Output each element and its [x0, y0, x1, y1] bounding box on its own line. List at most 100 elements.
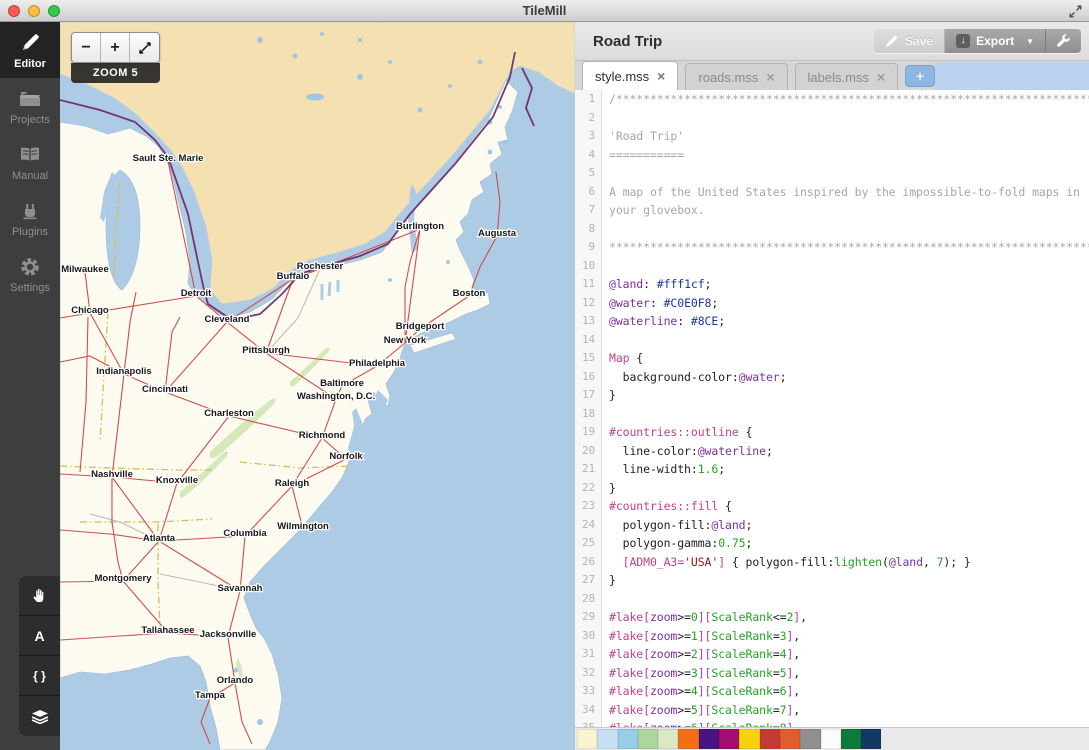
titlebar[interactable]: TileMill [0, 0, 1089, 22]
zoom-in-button[interactable]: + [101, 33, 130, 62]
export-button[interactable]: ↓ Export ▼ [945, 29, 1046, 53]
code-line[interactable]: 17} [575, 386, 1089, 405]
code-text[interactable]: =========== [602, 146, 684, 165]
zoom-out-button[interactable]: − [72, 33, 101, 62]
code-line[interactable]: 22} [575, 479, 1089, 498]
code-text[interactable]: @water: #C0E0F8; [602, 294, 718, 313]
code-text[interactable]: ****************************************… [602, 238, 1089, 257]
code-line[interactable]: 7your glovebox. [575, 201, 1089, 220]
minimize-window-icon[interactable] [28, 5, 40, 17]
code-text[interactable] [602, 220, 609, 239]
code-text[interactable]: #countries::outline { [602, 423, 752, 442]
code-text[interactable]: #lake[zoom>=0][ScaleRank<=2], [602, 608, 807, 627]
code-text[interactable]: A map of the United States inspired by t… [602, 183, 1080, 202]
code-line[interactable]: 2 [575, 109, 1089, 128]
code-text[interactable]: @waterline: #8CE; [602, 312, 725, 331]
code-text[interactable] [602, 590, 609, 609]
palette-swatch[interactable] [739, 729, 759, 749]
palette-swatch[interactable] [597, 729, 617, 749]
code-line[interactable]: 10 [575, 257, 1089, 276]
sidebar-item-settings[interactable]: Settings [0, 246, 60, 302]
code-line[interactable]: 6A map of the United States inspired by … [575, 183, 1089, 202]
palette-swatch[interactable] [678, 729, 698, 749]
code-line[interactable]: 35#lake[zoom>=6][ScaleRank=8], [575, 719, 1089, 727]
code-line[interactable]: 20 line-color:@waterline; [575, 442, 1089, 461]
palette-swatch[interactable] [800, 729, 820, 749]
close-icon[interactable]: × [766, 69, 774, 85]
code-line[interactable]: 4=========== [575, 146, 1089, 165]
code-line[interactable]: 34#lake[zoom>=5][ScaleRank=7], [575, 701, 1089, 720]
save-button[interactable]: Save [874, 29, 945, 53]
code-text[interactable]: 'Road Trip' [602, 127, 684, 146]
code-line[interactable]: 27} [575, 571, 1089, 590]
tab-style-mss[interactable]: style.mss × [582, 61, 678, 90]
palette-swatch[interactable] [658, 729, 678, 749]
code-text[interactable]: [ADM0_A3='USA'] { polygon-fill:lighten(@… [602, 553, 971, 572]
code-text[interactable] [602, 109, 609, 128]
code-text[interactable] [602, 331, 609, 350]
close-icon[interactable]: × [657, 68, 665, 84]
palette-swatch[interactable] [780, 729, 800, 749]
code-text[interactable]: #lake[zoom>=4][ScaleRank=6], [602, 682, 800, 701]
code-line[interactable]: 30#lake[zoom>=1][ScaleRank=3], [575, 627, 1089, 646]
code-text[interactable]: #lake[zoom>=3][ScaleRank=5], [602, 664, 800, 683]
sidebar-item-projects[interactable]: Projects [0, 78, 60, 134]
code-line[interactable]: 1/**************************************… [575, 90, 1089, 109]
code-editor[interactable]: 1/**************************************… [575, 90, 1089, 727]
code-line[interactable]: 29#lake[zoom>=0][ScaleRank<=2], [575, 608, 1089, 627]
map-preview[interactable]: Sault Ste. MarieMilwaukeeChicagoDetroitC… [60, 22, 575, 750]
code-line[interactable]: 32#lake[zoom>=3][ScaleRank=5], [575, 664, 1089, 683]
code-text[interactable]: #lake[zoom>=2][ScaleRank=4], [602, 645, 800, 664]
code-line[interactable]: 13@waterline: #8CE; [575, 312, 1089, 331]
code-line[interactable]: 21 line-width:1.6; [575, 460, 1089, 479]
hand-tool-button[interactable] [19, 576, 60, 616]
fullscreen-icon[interactable] [1068, 4, 1083, 19]
code-line[interactable]: 28 [575, 590, 1089, 609]
code-text[interactable]: line-width:1.6; [602, 460, 725, 479]
code-line[interactable]: 26 [ADM0_A3='USA'] { polygon-fill:lighte… [575, 553, 1089, 572]
code-text[interactable]: #lake[zoom>=6][ScaleRank=8], [602, 719, 800, 727]
code-text[interactable]: #lake[zoom>=5][ScaleRank=7], [602, 701, 800, 720]
code-line[interactable]: 18 [575, 405, 1089, 424]
code-line[interactable]: 14 [575, 331, 1089, 350]
palette-swatch[interactable] [638, 729, 658, 749]
code-line[interactable]: 5 [575, 164, 1089, 183]
code-text[interactable]: #countries::fill { [602, 497, 732, 516]
code-text[interactable]: background-color:@water; [602, 368, 786, 387]
palette-swatch[interactable] [821, 729, 841, 749]
settings-wrench-button[interactable] [1046, 29, 1081, 53]
palette-swatch[interactable] [760, 729, 780, 749]
code-line[interactable]: 12@water: #C0E0F8; [575, 294, 1089, 313]
code-line[interactable]: 31#lake[zoom>=2][ScaleRank=4], [575, 645, 1089, 664]
palette-swatch[interactable] [841, 729, 861, 749]
layers-tool-button[interactable] [19, 696, 60, 736]
tab-roads-mss[interactable]: roads.mss × [685, 63, 787, 90]
add-stylesheet-button[interactable]: + [905, 65, 935, 87]
code-text[interactable]: @land: #fff1cf; [602, 275, 711, 294]
code-text[interactable]: #lake[zoom>=1][ScaleRank=3], [602, 627, 800, 646]
code-text[interactable]: } [602, 479, 616, 498]
code-line[interactable]: 19#countries::outline { [575, 423, 1089, 442]
palette-swatch[interactable] [861, 729, 881, 749]
code-line[interactable]: 33#lake[zoom>=4][ScaleRank=6], [575, 682, 1089, 701]
map-fullscreen-button[interactable] [130, 33, 159, 62]
code-text[interactable]: polygon-gamma:0.75; [602, 534, 752, 553]
carto-reference-tool-button[interactable]: { } [19, 656, 60, 696]
code-line[interactable]: 11@land: #fff1cf; [575, 275, 1089, 294]
code-line[interactable]: 3'Road Trip' [575, 127, 1089, 146]
code-line[interactable]: 23#countries::fill { [575, 497, 1089, 516]
code-text[interactable] [602, 405, 609, 424]
code-text[interactable]: /***************************************… [602, 90, 1089, 109]
close-window-icon[interactable] [8, 5, 20, 17]
code-line[interactable]: 16 background-color:@water; [575, 368, 1089, 387]
palette-swatch[interactable] [618, 729, 638, 749]
sidebar-item-manual[interactable]: Manual [0, 134, 60, 190]
palette-swatch[interactable] [699, 729, 719, 749]
close-icon[interactable]: × [877, 69, 885, 85]
sidebar-item-editor[interactable]: Editor [0, 22, 60, 78]
tab-labels-mss[interactable]: labels.mss × [795, 63, 899, 90]
tab-drop-zone[interactable] [935, 62, 1089, 90]
code-text[interactable]: your glovebox. [602, 201, 705, 220]
code-text[interactable] [602, 164, 609, 183]
code-text[interactable]: Map { [602, 349, 643, 368]
